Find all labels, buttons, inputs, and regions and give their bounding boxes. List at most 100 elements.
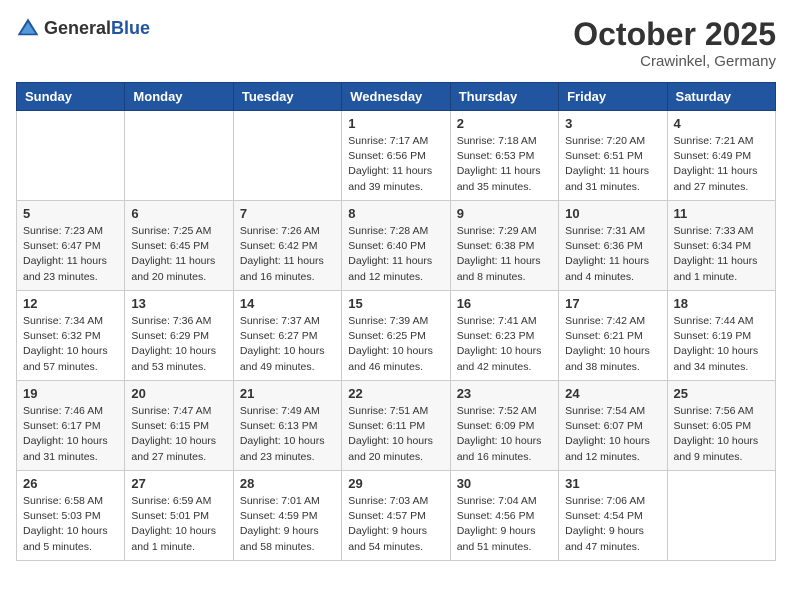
calendar-cell: 4 Sunrise: 7:21 AM Sunset: 6:49 PM Daylig… [667, 111, 775, 201]
calendar-cell: 2 Sunrise: 7:18 AM Sunset: 6:53 PM Daylig… [450, 111, 558, 201]
day-info: Sunrise: 7:18 AM Sunset: 6:53 PM Dayligh… [457, 134, 552, 195]
day-number: 3 [565, 116, 660, 131]
day-number: 23 [457, 386, 552, 401]
day-info: Sunrise: 7:01 AM Sunset: 4:59 PM Dayligh… [240, 494, 335, 555]
day-number: 18 [674, 296, 769, 311]
day-info: Sunrise: 7:04 AM Sunset: 4:56 PM Dayligh… [457, 494, 552, 555]
calendar-cell: 24 Sunrise: 7:54 AM Sunset: 6:07 PM Dayli… [559, 381, 667, 471]
day-number: 9 [457, 206, 552, 221]
calendar-cell: 13Sunrise: 7:36 AM Sunset: 6:29 PM Dayli… [125, 291, 233, 381]
week-row-2: 5Sunrise: 7:23 AM Sunset: 6:47 PM Daylig… [17, 201, 776, 291]
calendar-cell: 25Sunrise: 7:56 AM Sunset: 6:05 PM Dayli… [667, 381, 775, 471]
location-subtitle: Crawinkel, Germany [573, 53, 776, 70]
day-number: 28 [240, 476, 335, 491]
calendar-cell: 19 Sunrise: 7:46 AM Sunset: 6:17 PM Dayli… [17, 381, 125, 471]
day-number: 11 [674, 206, 769, 221]
calendar-cell: 7Sunrise: 7:26 AM Sunset: 6:42 PM Daylig… [233, 201, 341, 291]
column-header-thursday: Thursday [450, 83, 558, 111]
day-info: Sunrise: 7:29 AM Sunset: 6:38 PM Dayligh… [457, 224, 552, 285]
calendar-cell: 16 Sunrise: 7:41 AM Sunset: 6:23 PM Dayli… [450, 291, 558, 381]
calendar-cell: 6 Sunrise: 7:25 AM Sunset: 6:45 PM Daylig… [125, 201, 233, 291]
day-info: Sunrise: 7:21 AM Sunset: 6:49 PM Dayligh… [674, 134, 769, 195]
logo-icon [16, 16, 40, 40]
day-number: 10 [565, 206, 660, 221]
day-info: Sunrise: 7:52 AM Sunset: 6:09 PM Dayligh… [457, 404, 552, 465]
calendar-table: SundayMondayTuesdayWednesdayThursdayFrid… [16, 82, 776, 561]
day-number: 31 [565, 476, 660, 491]
column-header-monday: Monday [125, 83, 233, 111]
calendar-cell: 17 Sunrise: 7:42 AM Sunset: 6:21 PM Dayli… [559, 291, 667, 381]
day-number: 26 [23, 476, 118, 491]
calendar-cell: 22 Sunrise: 7:51 AM Sunset: 6:11 PM Dayli… [342, 381, 450, 471]
calendar-cell: 10Sunrise: 7:31 AM Sunset: 6:36 PM Dayli… [559, 201, 667, 291]
day-info: Sunrise: 7:41 AM Sunset: 6:23 PM Dayligh… [457, 314, 552, 375]
calendar-cell: 27Sunrise: 6:59 AM Sunset: 5:01 PM Dayli… [125, 471, 233, 561]
day-number: 4 [674, 116, 769, 131]
day-number: 12 [23, 296, 118, 311]
calendar-cell: 26 Sunrise: 6:58 AM Sunset: 5:03 PM Dayli… [17, 471, 125, 561]
day-info: Sunrise: 6:58 AM Sunset: 5:03 PM Dayligh… [23, 494, 118, 555]
calendar-cell: 14 Sunrise: 7:37 AM Sunset: 6:27 PM Dayli… [233, 291, 341, 381]
calendar-cell [17, 111, 125, 201]
logo: GeneralBlue [16, 16, 150, 40]
day-info: Sunrise: 7:56 AM Sunset: 6:05 PM Dayligh… [674, 404, 769, 465]
day-info: Sunrise: 7:37 AM Sunset: 6:27 PM Dayligh… [240, 314, 335, 375]
calendar-header-row: SundayMondayTuesdayWednesdayThursdayFrid… [17, 83, 776, 111]
calendar-cell: 1Sunrise: 7:17 AM Sunset: 6:56 PM Daylig… [342, 111, 450, 201]
day-number: 5 [23, 206, 118, 221]
calendar-cell: 29 Sunrise: 7:03 AM Sunset: 4:57 PM Dayli… [342, 471, 450, 561]
calendar-cell: 12Sunrise: 7:34 AM Sunset: 6:32 PM Dayli… [17, 291, 125, 381]
day-info: Sunrise: 7:49 AM Sunset: 6:13 PM Dayligh… [240, 404, 335, 465]
week-row-4: 19 Sunrise: 7:46 AM Sunset: 6:17 PM Dayli… [17, 381, 776, 471]
day-info: Sunrise: 7:44 AM Sunset: 6:19 PM Dayligh… [674, 314, 769, 375]
month-title: October 2025 [573, 16, 776, 53]
calendar-cell: 3Sunrise: 7:20 AM Sunset: 6:51 PM Daylig… [559, 111, 667, 201]
day-number: 22 [348, 386, 443, 401]
day-number: 17 [565, 296, 660, 311]
logo-text: GeneralBlue [44, 18, 150, 39]
column-header-saturday: Saturday [667, 83, 775, 111]
day-number: 8 [348, 206, 443, 221]
day-info: Sunrise: 7:28 AM Sunset: 6:40 PM Dayligh… [348, 224, 443, 285]
day-number: 27 [131, 476, 226, 491]
day-info: Sunrise: 7:25 AM Sunset: 6:45 PM Dayligh… [131, 224, 226, 285]
day-number: 6 [131, 206, 226, 221]
day-number: 30 [457, 476, 552, 491]
calendar-cell: 15 Sunrise: 7:39 AM Sunset: 6:25 PM Dayli… [342, 291, 450, 381]
day-info: Sunrise: 7:03 AM Sunset: 4:57 PM Dayligh… [348, 494, 443, 555]
day-info: Sunrise: 7:17 AM Sunset: 6:56 PM Dayligh… [348, 134, 443, 195]
day-number: 16 [457, 296, 552, 311]
day-info: Sunrise: 7:42 AM Sunset: 6:21 PM Dayligh… [565, 314, 660, 375]
title-block: October 2025 Crawinkel, Germany [573, 16, 776, 70]
day-info: Sunrise: 7:46 AM Sunset: 6:17 PM Dayligh… [23, 404, 118, 465]
week-row-1: 1Sunrise: 7:17 AM Sunset: 6:56 PM Daylig… [17, 111, 776, 201]
day-number: 24 [565, 386, 660, 401]
logo-general: General [44, 18, 111, 38]
calendar-cell: 11 Sunrise: 7:33 AM Sunset: 6:34 PM Dayli… [667, 201, 775, 291]
calendar-cell: 5Sunrise: 7:23 AM Sunset: 6:47 PM Daylig… [17, 201, 125, 291]
page-header: GeneralBlue October 2025 Crawinkel, Germ… [16, 16, 776, 70]
calendar-cell: 28 Sunrise: 7:01 AM Sunset: 4:59 PM Dayli… [233, 471, 341, 561]
week-row-5: 26 Sunrise: 6:58 AM Sunset: 5:03 PM Dayli… [17, 471, 776, 561]
day-number: 13 [131, 296, 226, 311]
day-info: Sunrise: 7:47 AM Sunset: 6:15 PM Dayligh… [131, 404, 226, 465]
day-info: Sunrise: 7:39 AM Sunset: 6:25 PM Dayligh… [348, 314, 443, 375]
day-number: 14 [240, 296, 335, 311]
column-header-tuesday: Tuesday [233, 83, 341, 111]
calendar-cell: 20 Sunrise: 7:47 AM Sunset: 6:15 PM Dayli… [125, 381, 233, 471]
calendar-cell: 30 Sunrise: 7:04 AM Sunset: 4:56 PM Dayli… [450, 471, 558, 561]
logo-blue: Blue [111, 18, 150, 38]
day-number: 19 [23, 386, 118, 401]
day-info: Sunrise: 7:51 AM Sunset: 6:11 PM Dayligh… [348, 404, 443, 465]
day-info: Sunrise: 7:54 AM Sunset: 6:07 PM Dayligh… [565, 404, 660, 465]
calendar-cell: 9 Sunrise: 7:29 AM Sunset: 6:38 PM Daylig… [450, 201, 558, 291]
day-number: 20 [131, 386, 226, 401]
column-header-wednesday: Wednesday [342, 83, 450, 111]
day-number: 29 [348, 476, 443, 491]
day-number: 15 [348, 296, 443, 311]
column-header-sunday: Sunday [17, 83, 125, 111]
day-number: 2 [457, 116, 552, 131]
day-info: Sunrise: 7:33 AM Sunset: 6:34 PM Dayligh… [674, 224, 769, 285]
calendar-cell: 31Sunrise: 7:06 AM Sunset: 4:54 PM Dayli… [559, 471, 667, 561]
calendar-cell: 8 Sunrise: 7:28 AM Sunset: 6:40 PM Daylig… [342, 201, 450, 291]
